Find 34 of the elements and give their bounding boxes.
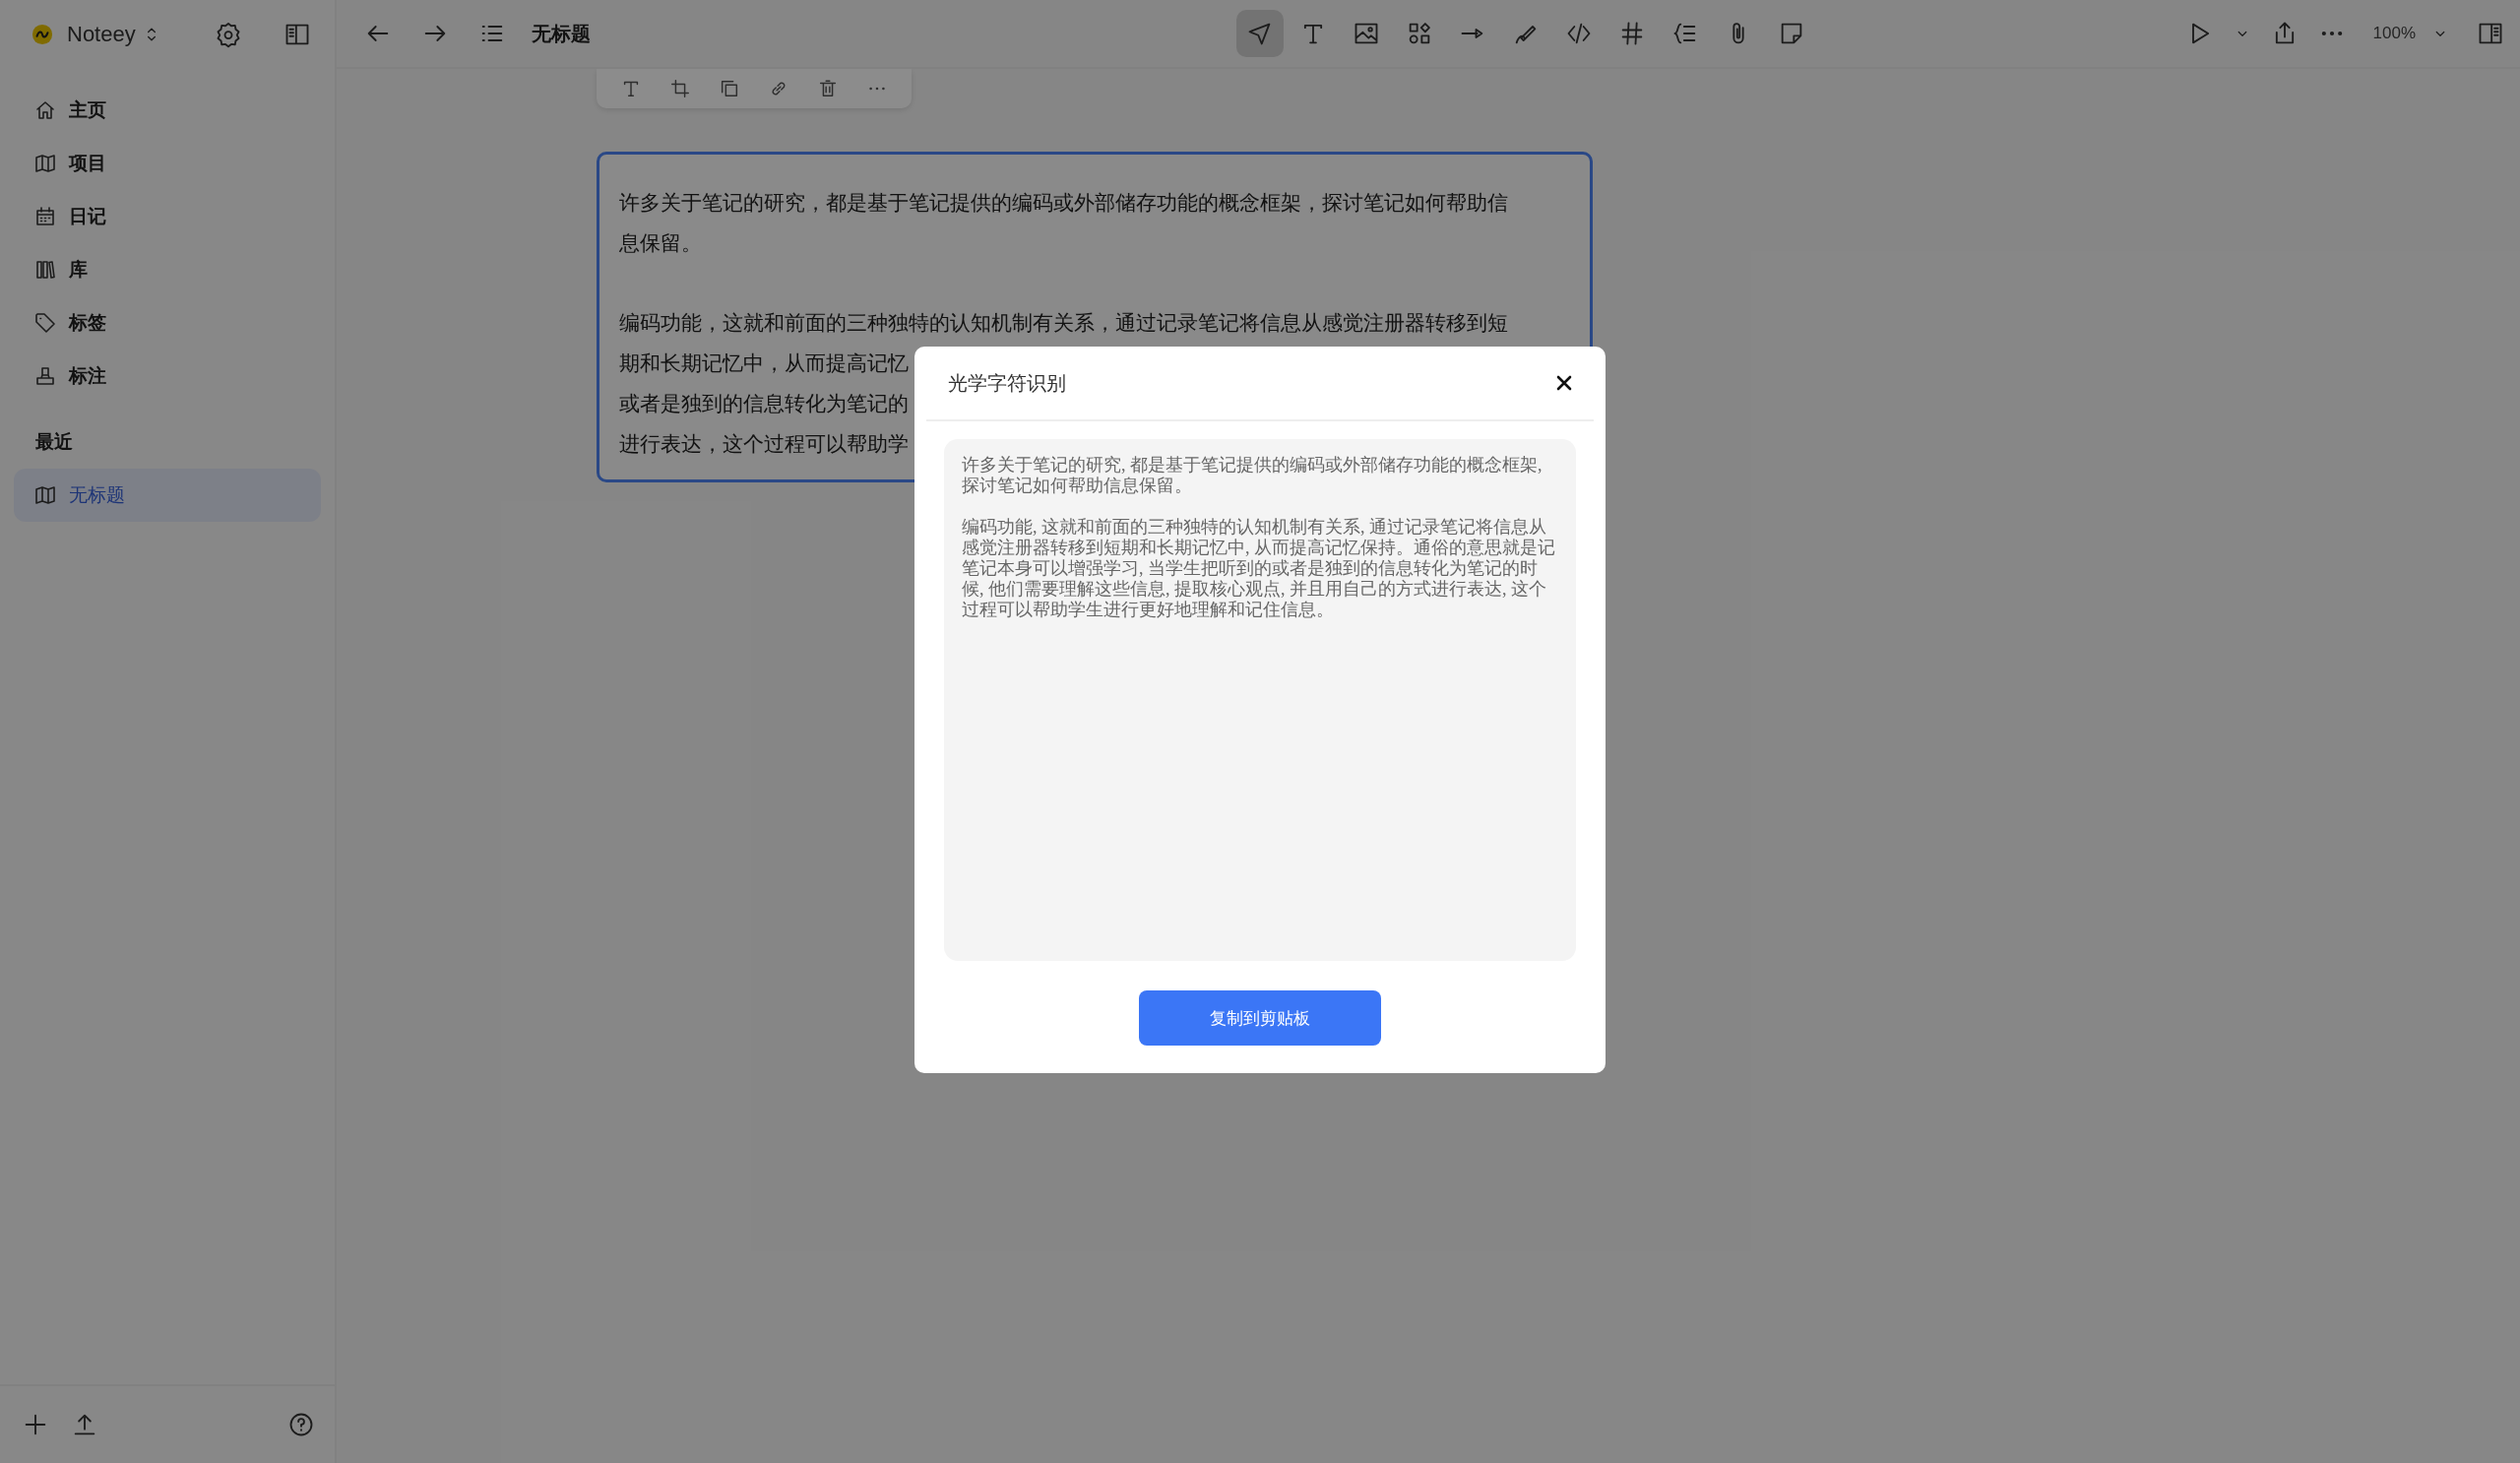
section-heading: 最近 xyxy=(34,430,74,454)
settings-icon[interactable] xyxy=(215,21,242,48)
sidebar-item[interactable]: 标注 xyxy=(14,356,321,396)
copy-icon[interactable] xyxy=(719,78,740,99)
sidebar-item[interactable]: 项目 xyxy=(14,144,321,183)
help-icon[interactable] xyxy=(287,1411,315,1438)
recent-item[interactable]: 无标题 xyxy=(14,469,321,522)
workspace-switcher[interactable]: Noteey xyxy=(67,22,161,47)
zoom-dropdown[interactable]: 100% xyxy=(2372,24,2449,43)
note-text-line: 进行表达，这个过程可以帮助学 xyxy=(619,431,909,457)
house-icon xyxy=(33,98,57,122)
tag-icon xyxy=(33,311,57,335)
note-text-line: 息保留。 xyxy=(619,230,702,256)
sidebar-item[interactable]: 日记 xyxy=(14,197,321,236)
books-icon xyxy=(33,258,57,282)
copy-button[interactable]: 复制到剪贴板 xyxy=(1139,990,1381,1046)
document-title: 无标题 xyxy=(532,21,591,46)
note-text-line: 期和长期记忆中，从而提高记忆 xyxy=(619,350,909,376)
stamp-icon xyxy=(33,364,57,388)
tool-cursor-button[interactable] xyxy=(1236,10,1285,57)
map-icon xyxy=(33,152,57,175)
dialog-title: 光学字符识别 xyxy=(948,370,1066,396)
trash-icon[interactable] xyxy=(817,78,839,99)
ocr-paragraph: 编码功能, 这就和前面的三种独特的认知机制有关系, 通过记录笔记将信息从感觉注册器转移到短期和长期记忆中, 从而提高记忆保持。通俗的意思就是记笔记本身可以增强学习, 当学生把听到的或者是独到的信息转化为笔记的时候, 他们需要理解这些信息, 提取核心观点, 并且用自己的方式进行表达, 这个过程可以帮助学生进行更好地理解和记住信息。 xyxy=(962,517,1556,620)
sidebar-item[interactable]: 库 xyxy=(14,250,321,289)
map-icon xyxy=(33,483,57,507)
crop-icon[interactable] xyxy=(669,78,691,99)
note-text-line: 或者是独到的信息转化为笔记的 xyxy=(619,391,909,416)
note-text-line: 许多关于笔记的研究，都是基于笔记提供的编码或外部储存功能的概念框架，探讨笔记如何帮助信 xyxy=(619,190,1508,216)
note-text-line: 编码功能，这就和前面的三种独特的认知机制有关系，通过记录笔记将信息从感觉注册器转移到短 xyxy=(619,310,1508,336)
calendar-icon xyxy=(33,205,57,228)
sidebar-item[interactable]: 主页 xyxy=(14,91,321,130)
logo-icon xyxy=(32,24,53,45)
sidebar-item[interactable]: 标签 xyxy=(14,303,321,343)
